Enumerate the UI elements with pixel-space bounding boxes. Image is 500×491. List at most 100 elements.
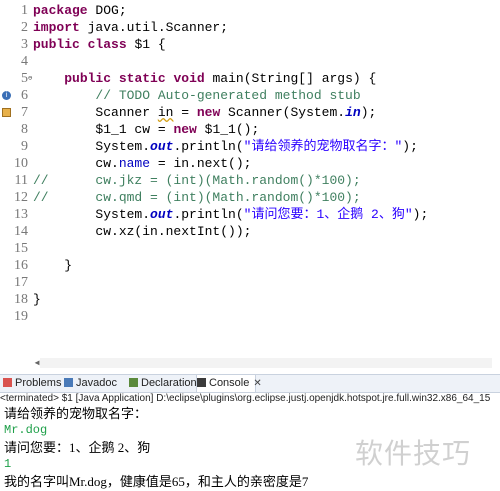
code-editor[interactable]: 1 package DOG; 2 import java.util.Scanner; 3… <box>0 0 500 370</box>
code-token: import <box>33 20 80 35</box>
warning-marker-icon[interactable]: i <box>2 91 11 100</box>
code-line[interactable]: 6 i // TODO Auto-generated method stub <box>0 87 500 104</box>
close-icon[interactable]: ✕ <box>253 378 261 389</box>
code-token: DOG; <box>87 3 127 18</box>
code-token: class <box>87 37 127 52</box>
code-token: main(String[] args) { <box>204 71 377 86</box>
code-line[interactable]: 11 // cw.jkz = (int)(Math.random()*100); <box>0 172 500 189</box>
line-number: 15 <box>14 241 28 256</box>
line-number: 10 <box>14 156 28 171</box>
line-number: 14 <box>14 224 28 239</box>
code-line[interactable]: 9 System.out.println("请给领养的宠物取名字："); <box>0 138 500 155</box>
code-token: $1_1(); <box>196 122 260 137</box>
code-token: cw. <box>33 156 119 171</box>
code-token: public <box>64 71 112 86</box>
code-token: ); <box>402 139 418 154</box>
code-token: name <box>118 156 151 171</box>
console-icon <box>197 378 206 387</box>
console-output-line: 请给领养的宠物取名字： <box>4 406 148 421</box>
code-token: $1_1 cw = <box>33 122 174 137</box>
declaration-icon <box>129 378 138 387</box>
code-text: // TODO Auto-generated method stub <box>33 87 361 104</box>
code-text: $1_1 cw = new $1_1(); <box>33 121 259 138</box>
line-number: 1 <box>21 3 28 18</box>
code-token: = <box>173 105 197 120</box>
line-number: 9 <box>21 139 28 154</box>
code-token: } <box>33 258 73 273</box>
code-line[interactable]: 12 // cw.qmd = (int)(Math.random()*100); <box>0 189 500 206</box>
code-token: Scanner(System. <box>220 105 346 120</box>
horizontal-scrollbar[interactable] <box>40 358 492 368</box>
line-number: 16 <box>14 258 28 273</box>
code-line[interactable]: 15 <box>0 240 500 257</box>
code-token: ); <box>412 207 429 222</box>
code-token: cw.xz(in.nextInt()); <box>33 224 252 239</box>
code-text: System.out.println("请给领养的宠物取名字："); <box>33 138 418 155</box>
code-token: System. <box>33 207 151 222</box>
console-status-line: <terminated> $1 [Java Application] D:\ec… <box>0 393 491 404</box>
bottom-panel-tabs: Problems Javadoc Declaration Console ✕ <box>0 374 500 393</box>
code-token: "请给领养的宠物取名字：" <box>243 139 403 154</box>
code-token: // cw.jkz = (int)(Math.random()*100); <box>33 173 361 188</box>
code-text: cw.name = in.next(); <box>33 155 251 172</box>
code-token: System. <box>33 139 151 154</box>
code-line[interactable]: 4 <box>0 53 500 70</box>
code-line[interactable]: 13 System.out.println("请问您要：1、企鹅 2、狗"); <box>0 206 500 223</box>
code-line[interactable]: 2 import java.util.Scanner; <box>0 19 500 36</box>
line-number: 5 <box>21 71 28 86</box>
tab-javadoc[interactable]: Javadoc <box>64 375 126 392</box>
code-token: // TODO Auto-generated method stub <box>33 88 361 103</box>
line-number: 19 <box>14 309 28 324</box>
code-text: // cw.qmd = (int)(Math.random()*100); <box>33 189 361 206</box>
code-text: } <box>33 291 41 308</box>
watermark-text: 软件技巧 <box>355 437 472 470</box>
tab-label: Problems <box>15 377 62 389</box>
tab-label: Declaration <box>141 377 197 389</box>
line-number: 13 <box>14 207 28 222</box>
code-line[interactable]: 5 ⊖ public static void main(String[] args… <box>0 70 500 87</box>
code-token: Scanner <box>33 105 158 120</box>
code-token: new <box>173 122 197 137</box>
code-text: Scanner in = new Scanner(System.in); <box>33 104 376 121</box>
fold-marker-icon[interactable]: ⊖ <box>28 70 32 87</box>
code-line[interactable]: 19 <box>0 308 500 325</box>
code-line[interactable]: 8 $1_1 cw = new $1_1(); <box>0 121 500 138</box>
code-token: package <box>33 3 88 18</box>
line-number: 3 <box>21 37 28 52</box>
tab-label: Console <box>209 377 250 389</box>
line-number: 11 <box>14 173 28 188</box>
code-line[interactable]: 17 <box>0 274 500 291</box>
code-token: in <box>345 105 361 120</box>
line-number: 18 <box>14 292 28 307</box>
code-token: static <box>118 71 166 86</box>
code-token: public <box>33 37 80 52</box>
code-line[interactable]: 1 package DOG; <box>0 2 500 19</box>
code-line[interactable]: 10 cw.name = in.next(); <box>0 155 500 172</box>
code-text: public class $1 { <box>33 36 166 53</box>
code-text: import java.util.Scanner; <box>33 19 228 36</box>
code-line[interactable]: 18} <box>0 291 500 308</box>
code-token: java.util.Scanner; <box>79 20 229 35</box>
code-token: ); <box>360 105 377 120</box>
code-line[interactable]: 3 public class $1 { <box>0 36 500 53</box>
tab-console[interactable]: Console ✕ <box>196 375 262 392</box>
problems-icon <box>3 378 12 387</box>
task-marker-icon[interactable] <box>2 108 11 117</box>
line-number: 2 <box>21 20 28 35</box>
code-token: "请问您要：1、企鹅 2、狗" <box>243 207 413 222</box>
code-token: // cw.qmd = (int)(Math.random()*100); <box>33 190 361 205</box>
line-number: 7 <box>21 105 28 120</box>
code-line[interactable]: 14 cw.xz(in.nextInt()); <box>0 223 500 240</box>
code-line[interactable]: 7 Scanner in = new Scanner(System.in); <box>0 104 500 121</box>
tab-declaration[interactable]: Declaration <box>129 375 197 392</box>
code-token: .println( <box>173 207 244 222</box>
code-text: cw.xz(in.nextInt()); <box>33 223 251 240</box>
tab-problems[interactable]: Problems <box>3 375 61 392</box>
code-text: public static void main(String[] args) { <box>33 70 376 87</box>
code-text: System.out.println("请问您要：1、企鹅 2、狗"); <box>33 206 428 223</box>
code-line[interactable]: 16 } <box>0 257 500 274</box>
tab-label: Javadoc <box>76 377 117 389</box>
